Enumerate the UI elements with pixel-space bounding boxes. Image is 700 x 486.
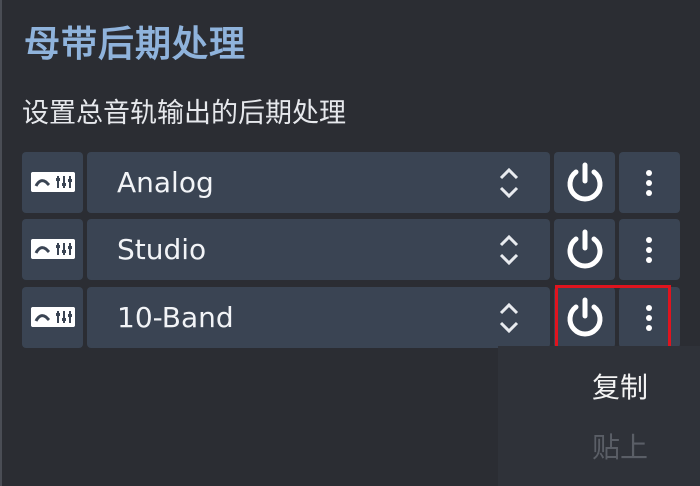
power-toggle-button[interactable] (554, 287, 615, 348)
updown-chevron-icon (499, 234, 519, 266)
kebab-menu-icon (646, 237, 652, 263)
panel-subtitle: 设置总音轨输出的后期处理 (22, 98, 346, 129)
preset-select-value: Studio (117, 233, 207, 266)
power-icon (567, 297, 603, 337)
preset-select[interactable]: 10-Band (87, 287, 550, 348)
effect-row-10-band: 10-Band (22, 287, 680, 348)
power-icon (567, 229, 603, 269)
more-options-button[interactable] (619, 219, 680, 280)
menu-item-copy[interactable]: 复制 (592, 368, 648, 408)
effect-row-analog: Analog (22, 152, 680, 213)
effect-row-studio: Studio (22, 219, 680, 280)
mastering-panel: 母带后期处理 设置总音轨输出的后期处理 Analog Studio 10-Ban… (0, 0, 700, 486)
updown-chevron-icon (499, 167, 519, 199)
preset-select[interactable]: Studio (87, 219, 550, 280)
preset-select-value: 10-Band (117, 301, 234, 334)
kebab-menu-icon (646, 305, 652, 331)
more-options-button[interactable] (619, 287, 680, 348)
context-menu: 复制 贴上 (498, 346, 700, 486)
power-toggle-button[interactable] (554, 152, 615, 213)
updown-chevron-icon (499, 302, 519, 334)
preset-select-value: Analog (117, 166, 214, 199)
power-icon (567, 162, 603, 202)
effect-type-cell[interactable] (22, 219, 83, 280)
menu-item-paste: 贴上 (591, 431, 648, 464)
kebab-menu-icon (646, 170, 652, 196)
equalizer-icon (31, 239, 75, 259)
preset-select[interactable]: Analog (87, 152, 550, 213)
panel-title: 母带后期处理 (24, 24, 247, 65)
more-options-button[interactable] (619, 152, 680, 213)
power-toggle-button[interactable] (554, 219, 615, 280)
effect-type-cell[interactable] (22, 152, 83, 213)
effect-type-cell[interactable] (22, 287, 83, 348)
equalizer-icon (31, 172, 75, 192)
equalizer-icon (31, 307, 75, 327)
